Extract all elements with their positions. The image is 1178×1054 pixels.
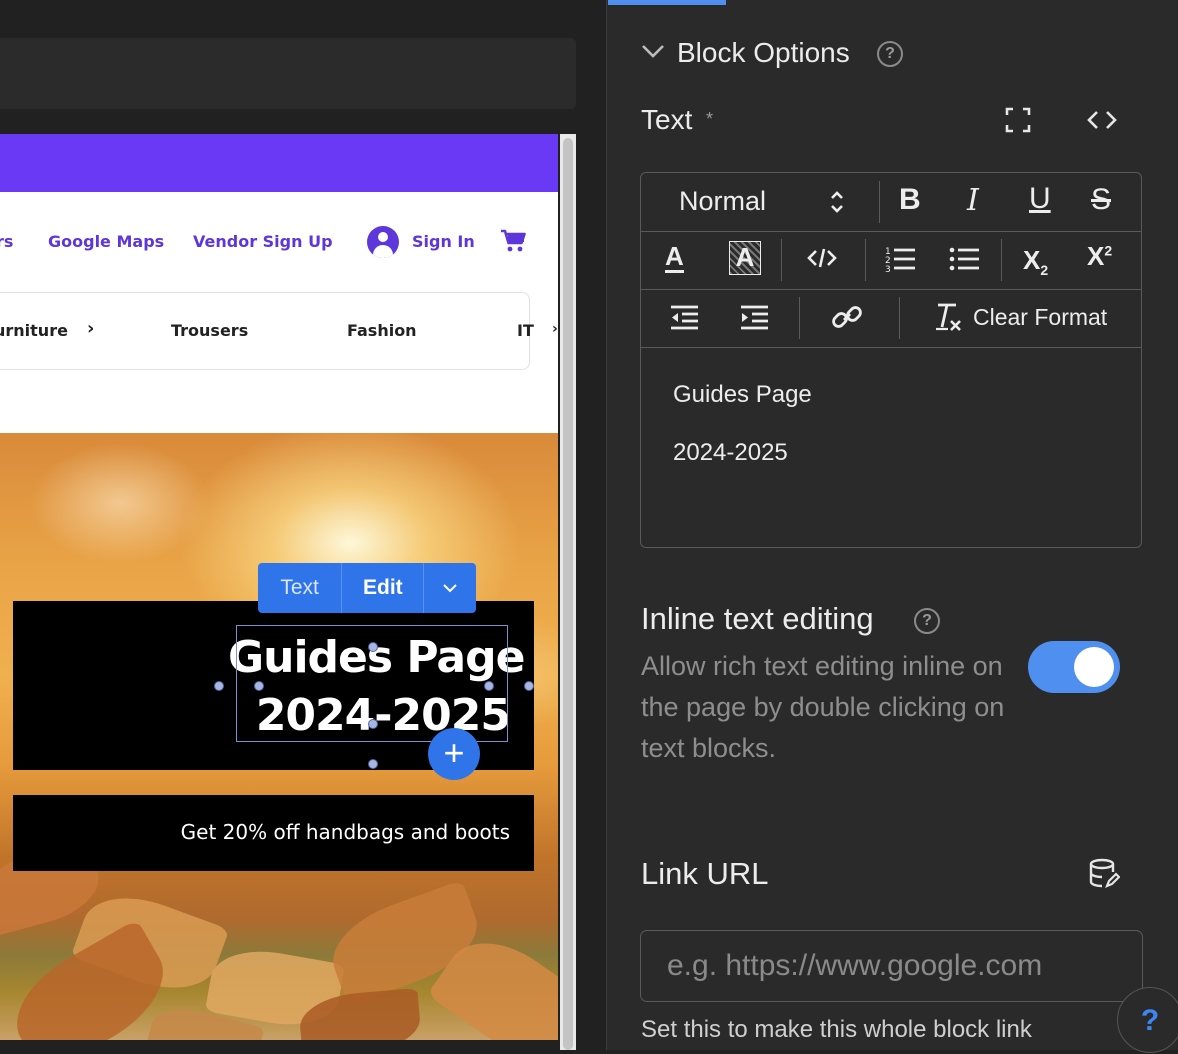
resize-handle[interactable] bbox=[368, 642, 378, 652]
chevron-down-icon[interactable] bbox=[424, 563, 476, 613]
help-icon[interactable]: ? bbox=[914, 608, 940, 634]
announcement-bar bbox=[0, 134, 558, 192]
resize-handle[interactable] bbox=[484, 681, 494, 691]
chevron-right-icon[interactable]: › bbox=[552, 321, 558, 337]
page-preview-frame: rs Google Maps Vendor Sign Up Sign In ur… bbox=[0, 134, 558, 1040]
editor-content-line[interactable]: 2024-2025 bbox=[673, 439, 788, 467]
database-icon[interactable] bbox=[1088, 858, 1121, 897]
category-item-furniture[interactable]: urniture bbox=[0, 321, 68, 340]
bullet-list-icon[interactable] bbox=[949, 245, 979, 278]
hero-subtitle[interactable]: Get 20% off handbags and boots bbox=[20, 820, 510, 844]
svg-text:3: 3 bbox=[885, 265, 891, 273]
editor-content-line[interactable]: Guides Page bbox=[673, 381, 812, 409]
help-icon[interactable]: ? bbox=[877, 41, 903, 67]
nav-link-vendor-sign-up[interactable]: Vendor Sign Up bbox=[193, 232, 333, 251]
canvas-scrollbar-thumb[interactable] bbox=[563, 138, 573, 1050]
edit-block-button[interactable]: Edit bbox=[341, 563, 425, 613]
text-color-icon[interactable]: A bbox=[665, 242, 684, 273]
cart-icon[interactable] bbox=[500, 228, 528, 259]
inline-editing-label: Inline text editing bbox=[641, 601, 874, 636]
canvas-top-bar bbox=[0, 38, 576, 109]
editor-toolbar-row-3: Clear Format bbox=[641, 289, 1141, 348]
chevron-down-icon[interactable] bbox=[640, 36, 666, 67]
editor-toolbar-row-1: Normal B I U S bbox=[641, 173, 1141, 232]
link-url-input[interactable] bbox=[640, 930, 1143, 1002]
strikethrough-icon[interactable]: S bbox=[1091, 183, 1111, 217]
code-view-icon[interactable] bbox=[1086, 106, 1118, 141]
outdent-icon[interactable] bbox=[669, 304, 699, 335]
indent-icon[interactable] bbox=[739, 304, 769, 335]
resize-handle[interactable] bbox=[524, 681, 534, 691]
category-item-it[interactable]: IT bbox=[517, 321, 534, 340]
subscript-icon[interactable]: X2 bbox=[1023, 245, 1048, 278]
resize-handle[interactable] bbox=[368, 719, 378, 729]
superscript-icon[interactable]: X2 bbox=[1087, 241, 1112, 272]
section-title[interactable]: Block Options bbox=[677, 37, 850, 69]
help-button[interactable]: ? bbox=[1117, 987, 1178, 1053]
inline-editing-description: Allow rich text editing inline on the pa… bbox=[641, 651, 1005, 763]
nav-link-partial[interactable]: rs bbox=[0, 232, 13, 251]
category-item-trousers[interactable]: Trousers bbox=[171, 321, 248, 340]
required-marker: * bbox=[706, 109, 714, 129]
paragraph-style-select[interactable]: Normal bbox=[679, 186, 766, 217]
sign-in-link[interactable]: Sign In bbox=[412, 232, 475, 251]
resize-handle[interactable] bbox=[254, 681, 264, 691]
underline-icon[interactable]: U bbox=[1029, 182, 1051, 216]
link-url-label: Link URL bbox=[641, 856, 769, 891]
chevron-right-icon[interactable]: › bbox=[87, 318, 94, 339]
nav-link-google-maps[interactable]: Google Maps bbox=[48, 232, 164, 251]
toggle-knob bbox=[1074, 647, 1114, 687]
user-avatar-icon[interactable] bbox=[367, 226, 399, 258]
category-menu-bar bbox=[0, 292, 530, 370]
link-url-help-text: Set this to make this whole block link bbox=[641, 1016, 1032, 1043]
text-field-label: Text bbox=[641, 104, 693, 135]
bold-icon[interactable]: B bbox=[899, 183, 921, 217]
clear-format-icon[interactable] bbox=[933, 301, 963, 338]
select-arrows-icon[interactable] bbox=[829, 187, 845, 222]
active-tab-indicator bbox=[608, 0, 726, 5]
italic-icon[interactable]: I bbox=[967, 183, 979, 218]
category-item-fashion[interactable]: Fashion bbox=[347, 321, 417, 340]
block-floating-toolbar: Text Edit bbox=[258, 563, 476, 613]
block-type-label[interactable]: Text bbox=[258, 563, 341, 613]
resize-handle[interactable] bbox=[214, 681, 224, 691]
background-color-icon[interactable]: A bbox=[729, 241, 761, 275]
add-block-button[interactable]: + bbox=[428, 728, 480, 780]
inline-code-icon[interactable] bbox=[807, 247, 837, 274]
ordered-list-icon[interactable]: 123 bbox=[885, 245, 915, 278]
resize-handle[interactable] bbox=[368, 759, 378, 769]
editor-toolbar-row-2: A A 123 X2 X2 bbox=[641, 231, 1141, 290]
rich-text-editor[interactable]: Normal B I U S A A 123 X2 X2 Clear Forma… bbox=[640, 172, 1142, 548]
link-icon[interactable] bbox=[831, 301, 863, 338]
inline-editing-toggle[interactable] bbox=[1028, 641, 1120, 693]
clear-format-button[interactable]: Clear Format bbox=[973, 304, 1107, 331]
fullscreen-icon[interactable] bbox=[1004, 106, 1032, 141]
